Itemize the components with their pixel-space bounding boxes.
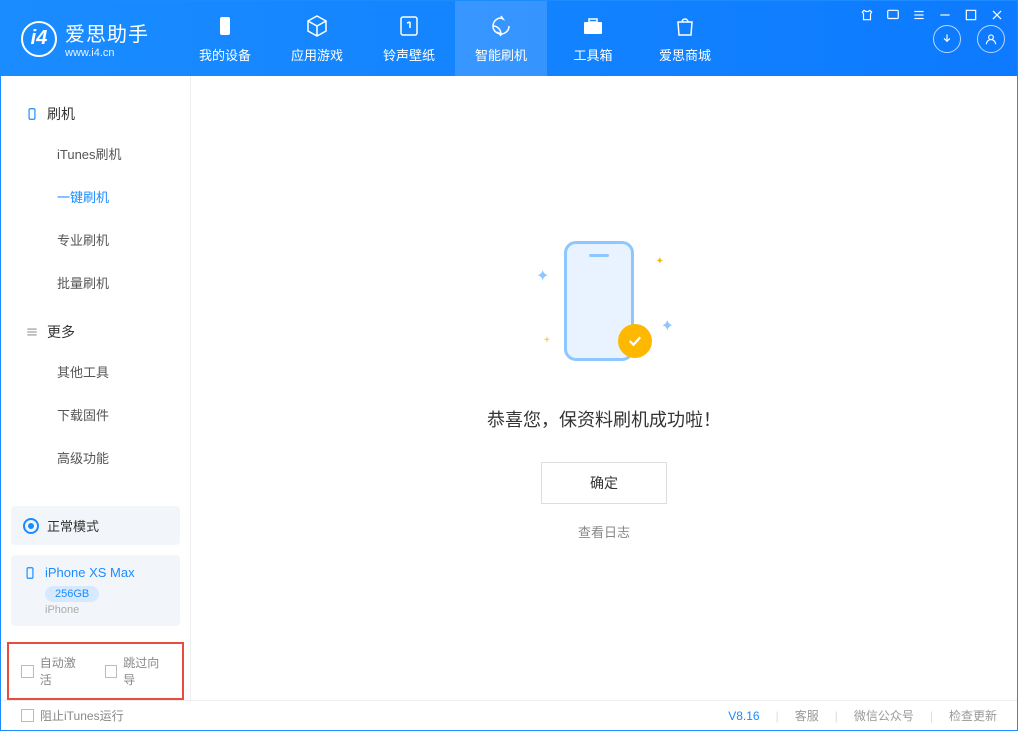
checkbox-label: 自动激活 [40,654,87,688]
download-button[interactable] [933,25,961,53]
menu-icon[interactable] [912,8,926,27]
sidebar-item-pro-flash[interactable]: 专业刷机 [1,218,190,261]
mode-label: 正常模式 [47,516,99,535]
nav-flash[interactable]: 智能刷机 [455,1,547,76]
sidebar: 刷机 iTunes刷机 一键刷机 专业刷机 批量刷机 更多 其他工具 下载固件 … [1,76,191,700]
support-link[interactable]: 客服 [795,707,819,724]
main-nav: 我的设备 应用游戏 铃声壁纸 智能刷机 工具箱 爱思商城 [179,1,731,76]
sidebar-item-batch-flash[interactable]: 批量刷机 [1,261,190,304]
checkbox-icon [21,709,34,722]
sidebar-item-oneclick-flash[interactable]: 一键刷机 [1,175,190,218]
nav-label: 爱思商城 [659,45,711,64]
sidebar-item-other-tools[interactable]: 其他工具 [1,350,190,393]
sidebar-item-download-firmware[interactable]: 下载固件 [1,393,190,436]
device-mode[interactable]: 正常模式 [11,506,180,545]
group-title: 刷机 [47,104,75,124]
checkbox-auto-activate[interactable]: 自动激活 [21,654,87,688]
tshirt-icon[interactable] [860,8,874,27]
success-message: 恭喜您，保资料刷机成功啦！ [487,406,721,432]
sidebar-item-advanced[interactable]: 高级功能 [1,436,190,479]
close-icon[interactable] [990,8,1004,27]
group-title: 更多 [47,322,75,342]
view-log-link[interactable]: 查看日志 [578,522,630,541]
phone-icon [25,107,39,121]
nav-label: 智能刷机 [475,45,527,64]
checkbox-icon [105,665,118,678]
app-url: www.i4.cn [65,47,149,59]
nav-ringtones[interactable]: 铃声壁纸 [363,1,455,76]
logo-icon: i4 [21,21,57,57]
ok-button[interactable]: 确定 [541,462,667,504]
mode-dot-icon [23,518,39,534]
check-circle-icon [618,324,652,358]
device-name-label: iPhone XS Max [45,565,135,580]
checkbox-label: 跳过向导 [123,654,170,688]
sparkle-icon: + [544,335,550,346]
sidebar-item-itunes-flash[interactable]: iTunes刷机 [1,132,190,175]
nav-apps[interactable]: 应用游戏 [271,1,363,76]
nav-label: 铃声壁纸 [383,45,435,64]
checkbox-label: 阻止iTunes运行 [40,707,124,724]
logo: i4 爱思助手 www.i4.cn [21,18,149,59]
nav-label: 应用游戏 [291,45,343,64]
nav-toolbox[interactable]: 工具箱 [547,1,639,76]
bag-icon [672,13,698,39]
wechat-link[interactable]: 微信公众号 [854,707,914,724]
nav-store[interactable]: 爱思商城 [639,1,731,76]
nav-label: 工具箱 [573,45,612,64]
user-button[interactable] [977,25,1005,53]
minimize-icon[interactable] [938,8,952,27]
nav-label: 我的设备 [199,45,251,64]
maximize-icon[interactable] [964,8,978,27]
checkbox-block-itunes[interactable]: 阻止iTunes运行 [21,707,124,724]
music-icon [396,13,422,39]
success-illustration: ✦ ✦ + ✦ [534,236,674,376]
sparkle-icon: ✦ [661,316,674,336]
checkbox-skip-guide[interactable]: 跳过向导 [105,654,171,688]
feedback-icon[interactable] [886,8,900,27]
highlighted-options: 自动激活 跳过向导 [7,642,184,700]
cube-icon [304,13,330,39]
sidebar-group-flash: 刷机 [1,96,190,132]
toolbox-icon [580,13,606,39]
main-content: ✦ ✦ + ✦ 恭喜您，保资料刷机成功啦！ 确定 查看日志 [191,76,1017,700]
list-icon [25,325,39,339]
storage-badge: 256GB [45,586,99,602]
checkbox-icon [21,665,34,678]
phone-icon [23,566,37,580]
device-icon [212,13,238,39]
device-info[interactable]: iPhone XS Max 256GB iPhone [11,555,180,626]
status-bar: 阻止iTunes运行 V8.16 | 客服 | 微信公众号 | 检查更新 [1,700,1017,730]
version-label: V8.16 [728,709,759,723]
update-link[interactable]: 检查更新 [949,707,997,724]
app-header: i4 爱思助手 www.i4.cn 我的设备 应用游戏 铃声壁纸 智能刷机 工具… [1,1,1017,76]
app-title: 爱思助手 [65,18,149,47]
sidebar-group-more: 更多 [1,314,190,350]
nav-my-device[interactable]: 我的设备 [179,1,271,76]
sparkle-icon: ✦ [536,266,549,286]
sparkle-icon: ✦ [656,256,664,267]
device-type: iPhone [45,604,168,616]
refresh-icon [488,13,514,39]
